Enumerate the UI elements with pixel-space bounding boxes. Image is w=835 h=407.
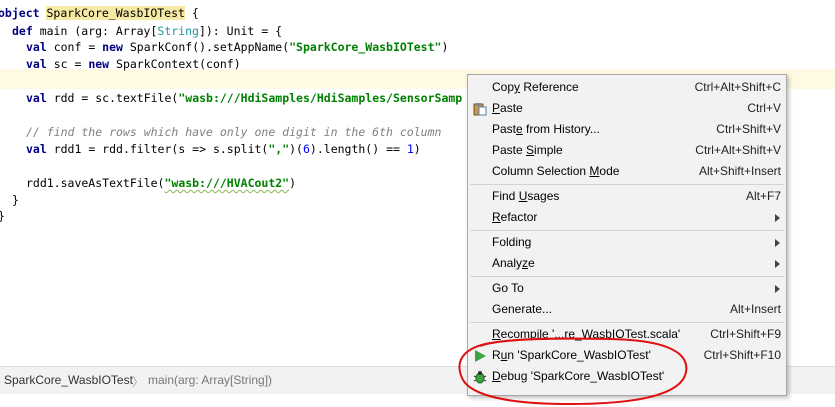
code-line-6: val rdd = sc.textFile("wasb:///HdiSample… [26,91,463,105]
run-icon [473,349,487,363]
menu-item-copy-reference[interactable]: Copy Reference Ctrl+Alt+Shift+C [468,77,786,98]
code-line-13: } [0,206,5,226]
submenu-arrow-icon [775,214,780,222]
breadcrumb-method[interactable]: main(arg: Array[String]) [148,373,272,387]
menu-item-recompile[interactable]: Recompile '...re_WasbIOTest.scala' Ctrl+… [468,324,786,345]
menu-item-find-usages[interactable]: Find Usages Alt+F7 [468,186,786,207]
menu-item-paste-simple[interactable]: Paste Simple Ctrl+Alt+Shift+V [468,140,786,161]
menu-item-refactor[interactable]: Refactor [468,207,786,228]
code-line-11: rdd1.saveAsTextFile("wasb:///HVACout2") [26,176,297,190]
editor-context-menu: Copy Reference Ctrl+Alt+Shift+C Paste Ct… [467,74,787,396]
menu-separator [470,322,784,323]
menu-item-generate[interactable]: Generate... Alt+Insert [468,299,786,320]
breadcrumb-separator-icon: 〉 [132,375,145,389]
menu-item-folding[interactable]: Folding [468,232,786,253]
menu-separator [470,230,784,231]
menu-item-column-selection-mode[interactable]: Column Selection Mode Alt+Shift+Insert [468,161,786,182]
submenu-arrow-icon [775,285,780,293]
submenu-arrow-icon [775,260,780,268]
menu-separator [470,184,784,185]
code-line-4: val sc = new SparkContext(conf) [26,57,241,71]
code-line-1: object SparkCore_WasbIOTest { [0,6,199,20]
code-line-12: } [12,193,19,207]
paste-icon [473,102,487,116]
code-line-9: val rdd1 = rdd.filter(s => s.split(",")(… [26,142,421,156]
breadcrumb-object[interactable]: SparkCore_WasbIOTest [4,373,133,387]
menu-item-debug[interactable]: Debug 'SparkCore_WasbIOTest' [468,366,786,387]
object-name: SparkCore_WasbIOTest [46,6,185,20]
menu-separator [470,276,784,277]
menu-item-paste[interactable]: Paste Ctrl+V [468,98,786,119]
submenu-arrow-icon [775,239,780,247]
menu-item-run[interactable]: Run 'SparkCore_WasbIOTest' Ctrl+Shift+F1… [468,345,786,366]
menu-item-analyze[interactable]: Analyze [468,253,786,274]
debug-icon [473,370,487,384]
menu-item-paste-from-history[interactable]: Paste from History... Ctrl+Shift+V [468,119,786,140]
menu-item-go-to[interactable]: Go To [468,278,786,299]
